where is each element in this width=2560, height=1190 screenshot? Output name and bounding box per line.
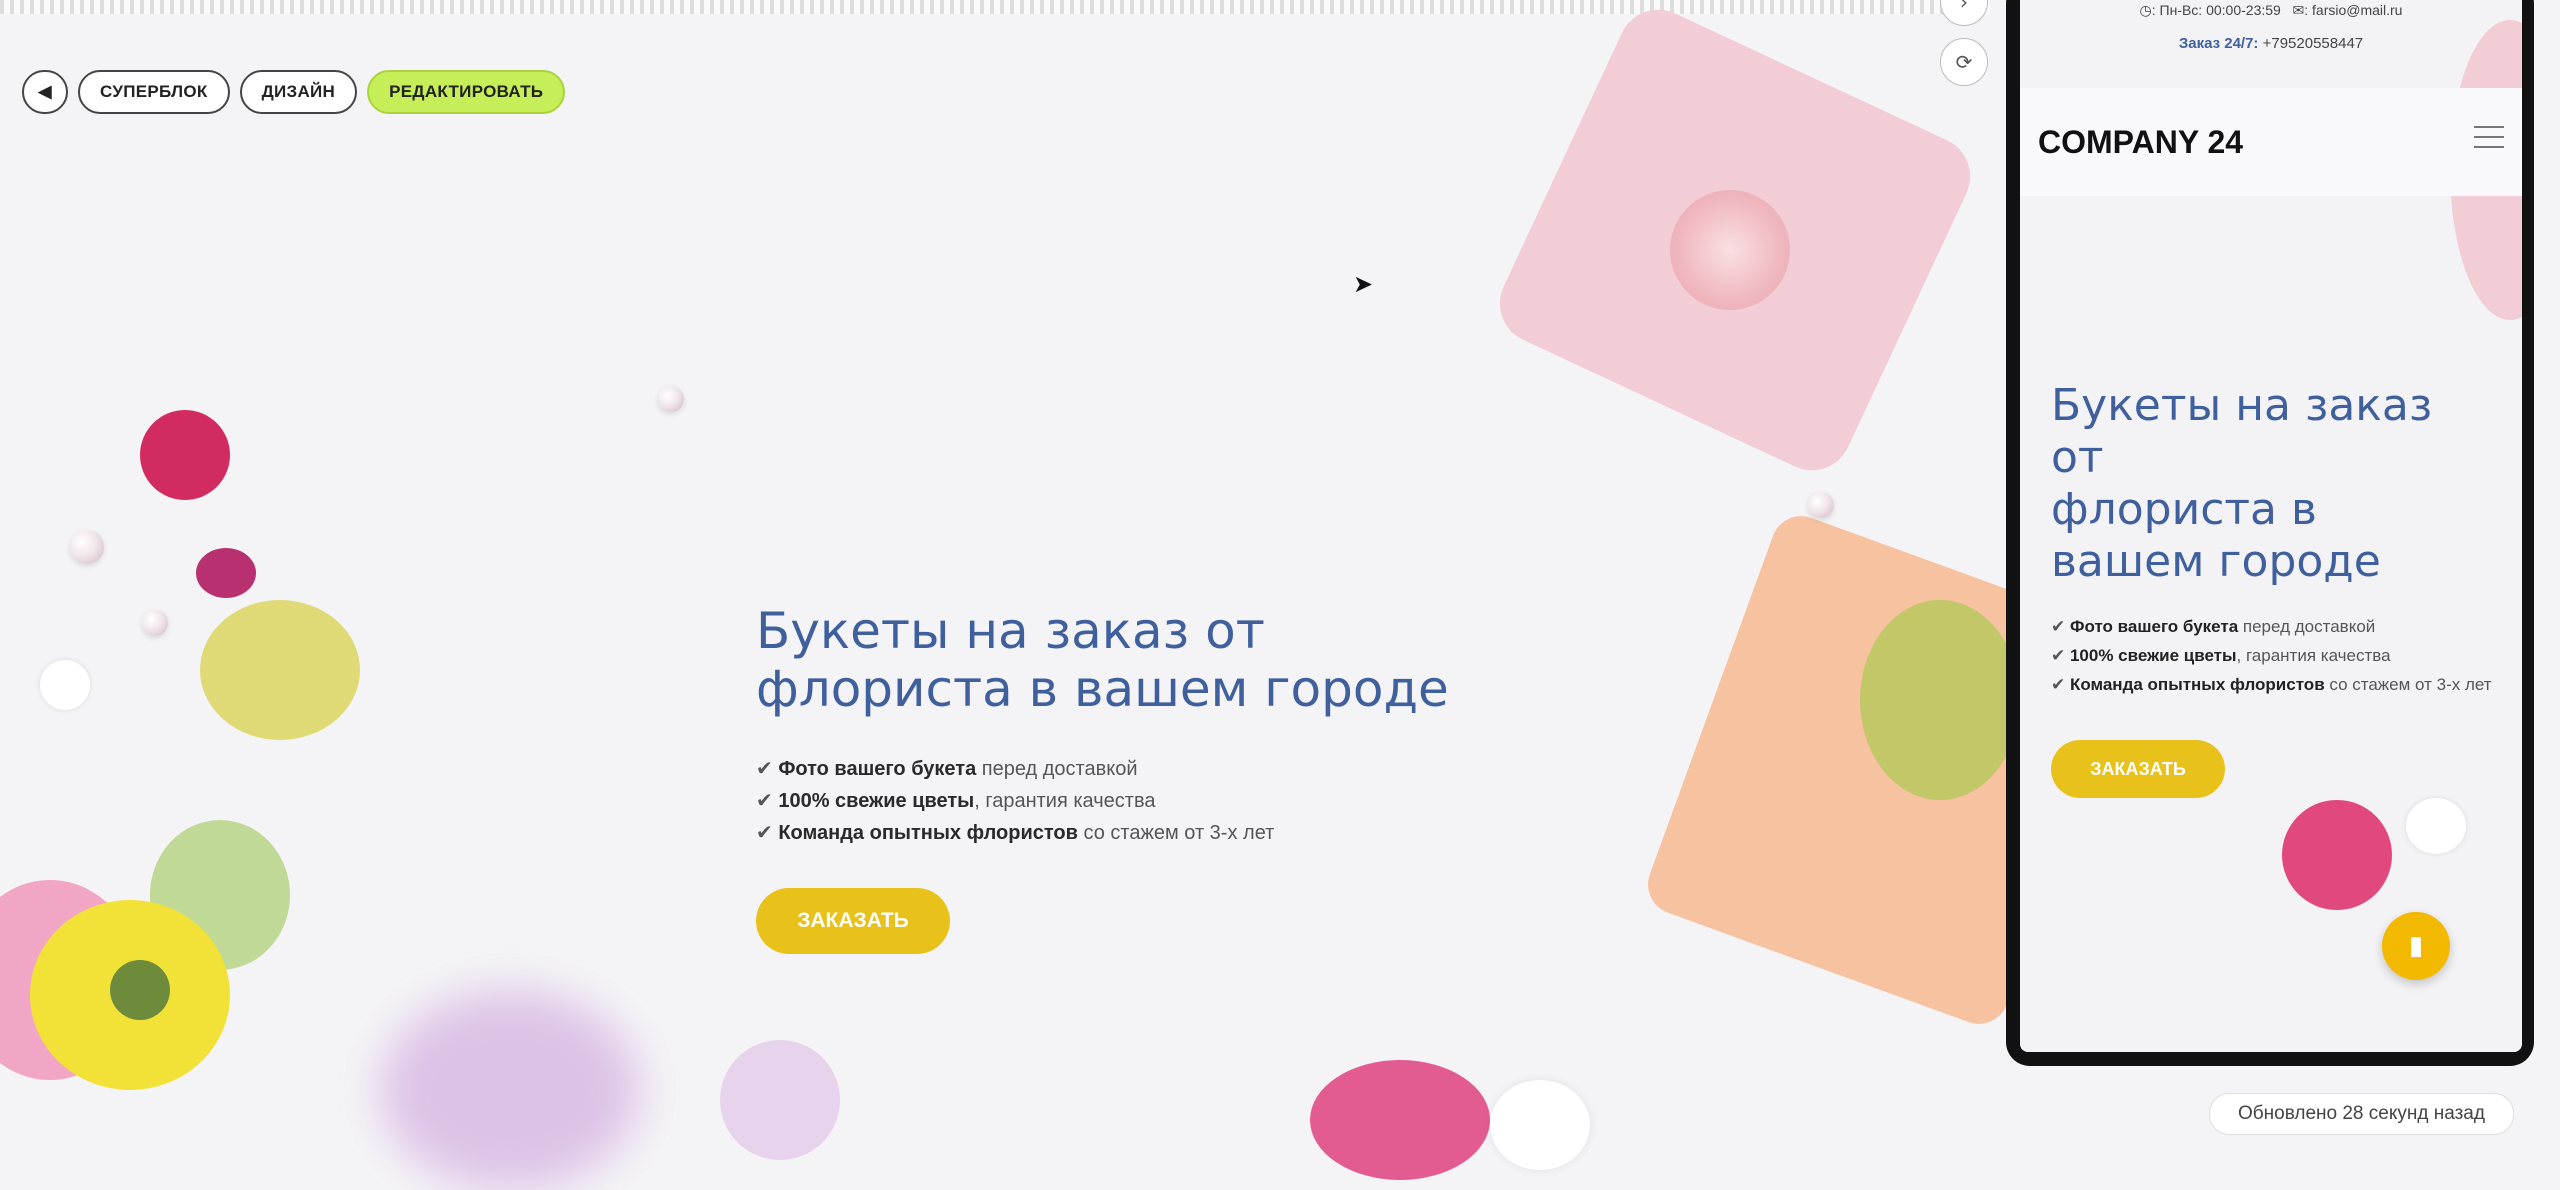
lavender-blur-decoration: [380, 990, 640, 1190]
mobile-preview-frame: ◷: Пн-Вс: 00:00-23:59 ✉: farsio@mail.ru …: [2006, 0, 2534, 1066]
feature-item: ✔ Фото вашего букета перед доставкой: [2051, 617, 2376, 636]
editor-toolbar: ◀ СУПЕРБЛОК ДИЗАЙН РЕДАКТИРОВАТЬ: [22, 70, 566, 114]
chevron-right-icon[interactable]: ›: [1940, 0, 1988, 26]
clock-icon: ◷: [2139, 2, 2152, 18]
mobile-contact-info: ◷: Пн-Вс: 00:00-23:59 ✉: farsio@mail.ru: [2139, 2, 2403, 18]
design-button[interactable]: ДИЗАЙН: [239, 70, 358, 114]
mobile-preview-screen[interactable]: ◷: Пн-Вс: 00:00-23:59 ✉: farsio@mail.ru …: [2020, 0, 2522, 1052]
triangle-left-icon: ◀: [38, 82, 52, 101]
mobile-hero-title: Букеты на заказ от флориста в вашем горо…: [2051, 380, 2433, 587]
magenta-flower-left-decoration: [196, 548, 256, 598]
hero-title-line: флориста в вашем городе: [756, 660, 1449, 718]
mobile-header: COMPANY 24: [2020, 88, 2522, 196]
mobile-feature-list: ✔ Фото вашего букета перед доставкой ✔ 1…: [2051, 612, 2492, 699]
mouse-cursor-icon: ➤: [1353, 270, 1374, 298]
update-status: Обновлено 28 секунд назад: [2209, 1093, 2514, 1135]
daisy-center-decoration: [110, 960, 170, 1020]
pink-flower-bottom-decoration: [1310, 1060, 1490, 1180]
edit-button[interactable]: РЕДАКТИРОВАТЬ: [367, 70, 566, 114]
feature-item: ✔ 100% свежие цветы, гарантия качества: [756, 790, 1156, 812]
pink-flower-left-decoration: [140, 410, 230, 500]
back-button[interactable]: ◀: [22, 70, 68, 114]
feature-list: ✔ Фото вашего букета перед доставкой ✔ 1…: [756, 753, 1274, 849]
white-flower-mobile-decoration: [2406, 798, 2466, 854]
hero-title: Букеты на заказ от флориста в вашем горо…: [756, 602, 1576, 718]
feature-item: ✔ Команда опытных флористов со стажем от…: [2051, 675, 2492, 694]
pearl-decoration: [70, 530, 104, 564]
top-ruler: [0, 0, 1990, 14]
superblock-button[interactable]: СУПЕРБЛОК: [78, 70, 230, 114]
feature-item: ✔ Фото вашего букета перед доставкой: [756, 758, 1138, 780]
mail-icon: ✉: [2292, 2, 2305, 18]
order-button[interactable]: ЗАКАЗАТЬ: [756, 888, 950, 954]
pearl-decoration: [658, 386, 684, 412]
hamburger-menu-icon[interactable]: [2474, 126, 2504, 156]
chat-icon[interactable]: ▮: [2382, 912, 2450, 980]
yellow-sprig-decoration: [200, 600, 360, 740]
company-logo[interactable]: COMPANY 24: [2038, 124, 2243, 161]
mobile-order-button[interactable]: ЗАКАЗАТЬ: [2051, 740, 2225, 798]
hero-title-line: Букеты на заказ от: [756, 602, 1265, 660]
feature-item: ✔ Команда опытных флористов со стажем от…: [756, 822, 1275, 844]
pink-flower-mobile-decoration: [2282, 800, 2392, 910]
pearl-decoration: [142, 610, 168, 636]
feature-item: ✔ 100% свежие цветы, гарантия качества: [2051, 646, 2391, 665]
white-flower-left-decoration: [40, 660, 90, 710]
white-flower-bottom-decoration: [1490, 1080, 1590, 1170]
mobile-order-line: Заказ 24/7: +79520558447: [2178, 35, 2364, 52]
rotate-device-icon[interactable]: ⟳: [1940, 38, 1988, 86]
green-sprig-decoration: [1860, 600, 2020, 800]
lavender-petal-decoration: [720, 1040, 840, 1160]
pearl-decoration: [1808, 492, 1834, 518]
carnation-decoration: [1670, 190, 1790, 310]
